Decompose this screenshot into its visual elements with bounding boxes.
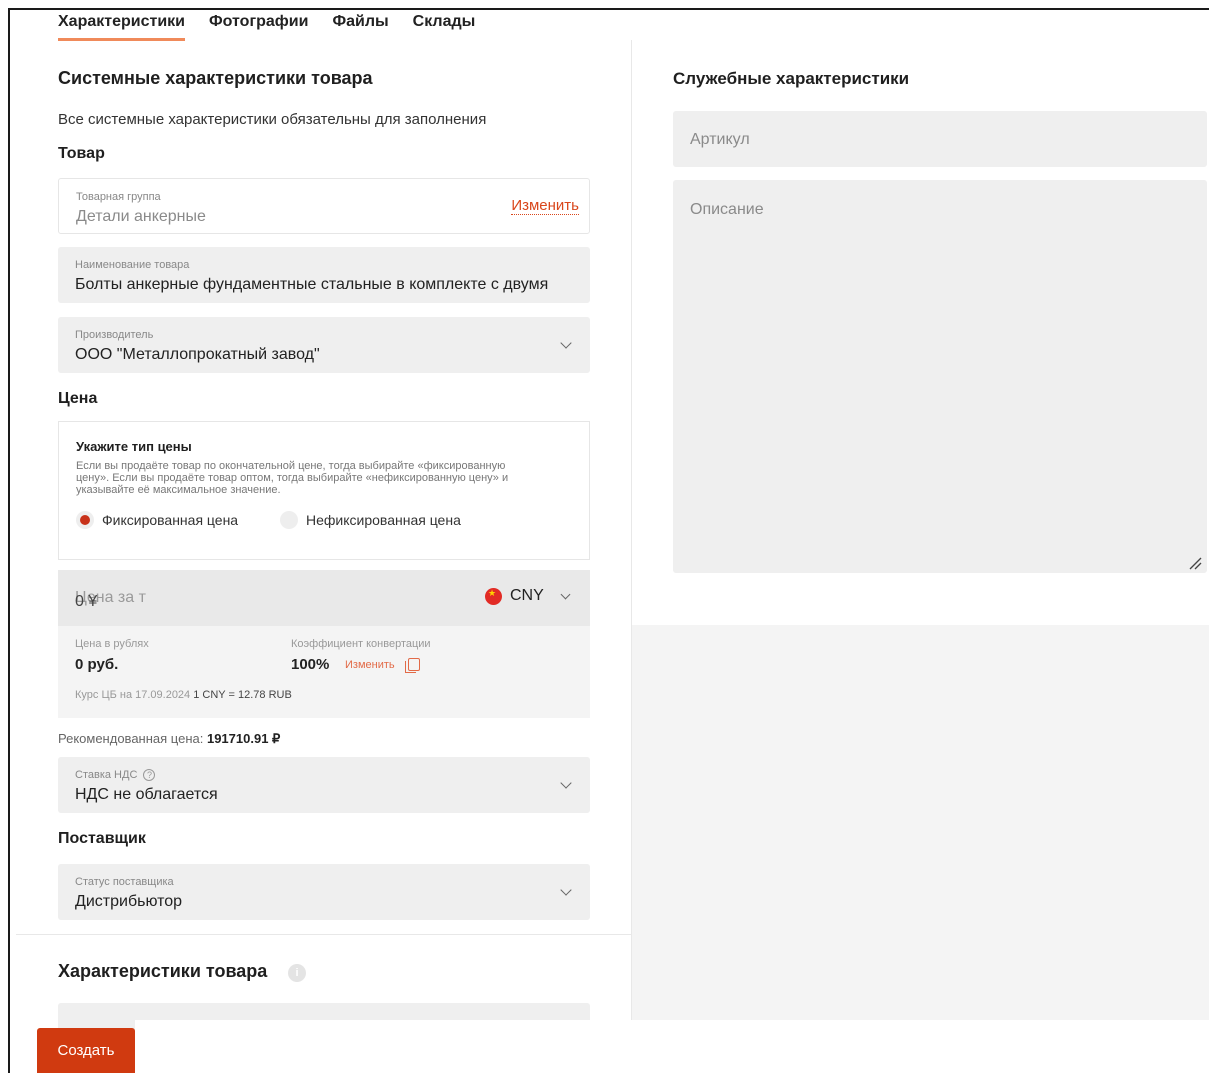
- description-textarea[interactable]: Описание: [673, 180, 1207, 573]
- conversion-coef-value: 100%: [291, 656, 330, 673]
- rub-price-label: Цена в рублях: [75, 638, 149, 650]
- change-product-group-link[interactable]: Изменить: [511, 197, 579, 215]
- article-input[interactable]: Артикул: [673, 111, 1207, 167]
- fixed-price-radio[interactable]: Фиксированная цена: [76, 511, 238, 529]
- product-name-value: Болты анкерные фундаментные стальные в к…: [75, 276, 549, 293]
- description-placeholder: Описание: [690, 201, 764, 218]
- conversion-coef-label: Коэффициент конвертации: [291, 638, 431, 650]
- vat-value: НДС не облагается: [75, 786, 218, 803]
- price-value: 0 ¥: [75, 593, 98, 610]
- product-chars-title: Характеристики товара: [58, 961, 268, 981]
- price-heading: Цена: [58, 390, 98, 407]
- help-icon[interactable]: ?: [143, 769, 156, 781]
- create-button[interactable]: Создать: [37, 1028, 135, 1073]
- window-left-border: [8, 8, 10, 1073]
- tab-files[interactable]: Файлы: [332, 10, 388, 40]
- tabs: Характеристики Фотографии Файлы Склады: [58, 10, 475, 42]
- conversion-box: Цена в рублях 0 руб. Коэффициент конверт…: [58, 626, 590, 718]
- vat-select[interactable]: Ставка НДС ? НДС не облагается: [58, 757, 590, 813]
- product-name-input[interactable]: Наименование товара Болты анкерные фунда…: [58, 247, 590, 303]
- tab-photos[interactable]: Фотографии: [209, 10, 308, 40]
- floating-price-label: Нефиксированная цена: [306, 512, 461, 528]
- product-group-value: Детали анкерные: [76, 208, 206, 225]
- floating-price-radio[interactable]: Нефиксированная цена: [280, 511, 461, 529]
- exchange-rate: Курс ЦБ на 17.09.2024 1 CNY = 12.78 RUB: [75, 689, 292, 701]
- system-section-title: Системные характеристики товара: [58, 68, 373, 88]
- price-type-box: Укажите тип цены Если вы продаёте товар …: [58, 421, 590, 560]
- rate-value: 1 CNY = 12.78 RUB: [193, 689, 292, 701]
- copy-icon[interactable]: [405, 658, 420, 673]
- chevron-down-icon: [560, 589, 571, 599]
- service-section-title: Служебные характеристики: [673, 69, 910, 88]
- info-icon[interactable]: i: [288, 964, 306, 982]
- vat-label: Ставка НДС: [75, 769, 138, 781]
- section-divider: [16, 934, 631, 935]
- manufacturer-value: ООО "Металлопрокатный завод": [75, 346, 320, 363]
- cny-flag-icon: [485, 587, 502, 605]
- currency-select[interactable]: CNY: [485, 587, 571, 605]
- currency-label: CNY: [510, 587, 544, 604]
- supplier-status-select[interactable]: Статус поставщика Дистрибьютор: [58, 864, 590, 920]
- product-name-label: Наименование товара: [75, 259, 190, 271]
- supplier-status-label: Статус поставщика: [75, 876, 174, 888]
- required-note: Все системные характеристики обязательны…: [58, 111, 487, 128]
- change-coef-link[interactable]: Изменить: [345, 659, 395, 671]
- tab-warehouses[interactable]: Склады: [413, 10, 476, 40]
- product-group-label: Товарная группа: [76, 191, 161, 203]
- supplier-status-value: Дистрибьютор: [75, 893, 183, 910]
- article-placeholder: Артикул: [690, 131, 750, 148]
- tab-characteristics[interactable]: Характеристики: [58, 10, 186, 41]
- price-input[interactable]: Цена за т 0 ¥ CNY: [58, 570, 590, 626]
- resize-handle-icon[interactable]: [1188, 556, 1202, 570]
- radio-unselected-icon: [280, 511, 298, 529]
- manufacturer-label: Производитель: [75, 329, 154, 341]
- rate-prefix: Курс ЦБ на 17.09.2024: [75, 689, 191, 701]
- radio-selected-icon: [76, 511, 94, 529]
- bottom-action-bar: [135, 1020, 1209, 1073]
- price-type-title: Укажите тип цены: [76, 439, 192, 454]
- product-group-field: Товарная группа Детали анкерные Изменить: [58, 178, 590, 234]
- rub-price-value: 0 руб.: [75, 656, 119, 673]
- price-type-description: Если вы продаёте товар по окончательной …: [76, 460, 509, 496]
- vat-label-row: Ставка НДС ?: [75, 769, 156, 781]
- fixed-price-label: Фиксированная цена: [102, 512, 239, 528]
- right-empty-area: [632, 625, 1209, 1020]
- manufacturer-select[interactable]: Производитель ООО "Металлопрокатный заво…: [58, 317, 590, 373]
- recommended-price-value: 191710.91 ₽: [206, 731, 281, 746]
- recommended-price: Рекомендованная цена: 191710.91 ₽: [58, 731, 280, 747]
- supplier-heading: Поставщик: [58, 830, 146, 847]
- recommended-price-label: Рекомендованная цена:: [58, 731, 204, 746]
- product-heading: Товар: [58, 145, 105, 162]
